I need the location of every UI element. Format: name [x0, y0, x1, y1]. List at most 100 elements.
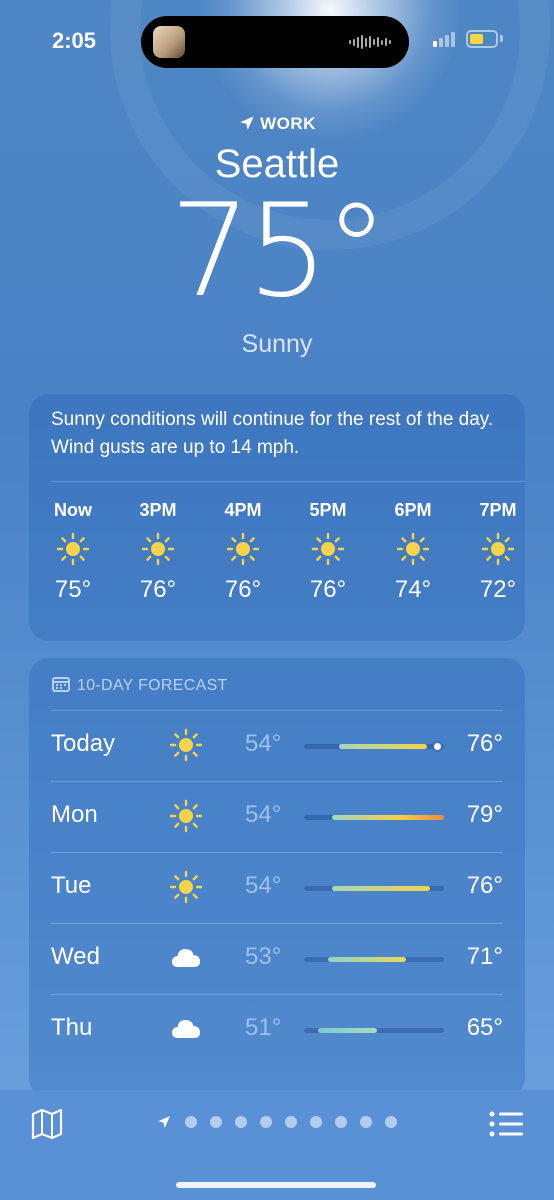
sun-icon: [141, 532, 175, 566]
sun-icon: [226, 532, 260, 566]
sun-icon: [169, 870, 203, 904]
low-temperature: 54°: [245, 801, 282, 828]
forecast-row[interactable]: Thu 51° 65°: [29, 994, 525, 1064]
location-label: WORK: [0, 114, 554, 134]
dynamic-island[interactable]: [141, 16, 409, 68]
hourly-forecast-card[interactable]: Sunny conditions will continue for the r…: [29, 394, 525, 641]
divider: [51, 481, 525, 482]
list-icon[interactable]: [488, 1110, 524, 1138]
divider: [51, 923, 503, 924]
page-dot[interactable]: [310, 1116, 322, 1128]
hourly-item: 4PM 76°: [208, 498, 278, 604]
now-playing-artwork: [153, 26, 185, 58]
high-temperature: 71°: [466, 943, 503, 970]
cloud-icon: [169, 1012, 203, 1046]
temperature-range-fill: [327, 957, 407, 962]
forecast-row[interactable]: Today 54° 76°: [29, 710, 525, 780]
map-icon[interactable]: [30, 1108, 64, 1140]
low-temperature: 51°: [245, 1014, 282, 1041]
cellular-signal-icon: [433, 32, 455, 47]
page-dot[interactable]: [385, 1116, 397, 1128]
location-arrow-icon: [158, 1116, 170, 1128]
audio-waveform-icon: [349, 34, 391, 50]
hourly-item: 7PM 72°: [463, 498, 533, 604]
day-label: Today: [51, 730, 116, 757]
hour-temperature: 76°: [309, 576, 347, 603]
current-temperature: 75°: [169, 177, 389, 326]
hourly-item: 5PM 76°: [293, 498, 363, 604]
temperature-range-fill: [318, 1028, 377, 1033]
forecast-row[interactable]: Wed 53° 71°: [29, 923, 525, 993]
divider: [51, 781, 503, 782]
page-dot[interactable]: [235, 1116, 247, 1128]
temperature-range-fill: [332, 886, 430, 891]
low-temperature: 54°: [245, 730, 282, 757]
high-temperature: 76°: [466, 872, 503, 899]
sun-icon: [169, 799, 203, 833]
current-temp-marker: [434, 743, 441, 750]
weather-summary: Sunny conditions will continue for the r…: [51, 409, 494, 458]
page-dot[interactable]: [260, 1116, 272, 1128]
divider: [51, 710, 503, 711]
hour-label: 6PM: [394, 500, 432, 520]
temperature-range-bar: [304, 743, 444, 750]
temperature-range-fill: [332, 815, 444, 820]
hourly-item: 6PM 74°: [378, 498, 448, 604]
hour-temperature: 74°: [394, 576, 432, 603]
ten-day-forecast-card[interactable]: 10-DAY FORECAST Today 54° 76° Mon 54° 79° Tue 5…: [29, 658, 525, 1098]
temperature-range-bar: [304, 957, 444, 962]
forecast-row[interactable]: Mon 54° 79°: [29, 781, 525, 851]
forecast-title-text: 10-DAY FORECAST: [77, 677, 228, 694]
hour-temperature: 76°: [139, 576, 177, 603]
temperature-range-bar: [304, 886, 444, 891]
sun-icon: [311, 532, 345, 566]
cloud-icon: [169, 941, 203, 975]
hour-label: 4PM: [224, 500, 262, 520]
low-temperature: 54°: [245, 872, 282, 899]
divider: [51, 994, 503, 995]
bottom-toolbar: [0, 1090, 554, 1200]
hour-temperature: 75°: [54, 576, 92, 603]
status-time: 2:05: [52, 28, 97, 53]
high-temperature: 79°: [466, 801, 503, 828]
sun-icon: [396, 532, 430, 566]
page-dot[interactable]: [285, 1116, 297, 1128]
day-label: Wed: [51, 943, 100, 970]
hour-label: 5PM: [309, 500, 347, 520]
hour-label: 7PM: [479, 500, 517, 520]
page-dot[interactable]: [185, 1116, 197, 1128]
sun-icon: [56, 532, 90, 566]
high-temperature: 76°: [466, 730, 503, 757]
hour-temperature: 76°: [224, 576, 262, 603]
day-label: Tue: [51, 872, 92, 899]
day-label: Thu: [51, 1014, 93, 1041]
page-dot[interactable]: [360, 1116, 372, 1128]
sun-icon: [481, 532, 515, 566]
battery-icon: [466, 30, 498, 48]
battery-nub: [500, 35, 503, 42]
home-indicator[interactable]: [176, 1182, 376, 1188]
page-dot[interactable]: [210, 1116, 222, 1128]
high-temperature: 65°: [466, 1014, 503, 1041]
forecast-title: 10-DAY FORECAST: [51, 674, 228, 695]
hour-label: 3PM: [139, 500, 177, 520]
page-dot[interactable]: [335, 1116, 347, 1128]
sun-icon: [169, 728, 203, 762]
location-name: WORK: [260, 114, 316, 133]
low-temperature: 53°: [245, 943, 282, 970]
current-condition: Sunny: [241, 330, 313, 358]
temperature-range-bar: [304, 1028, 444, 1033]
temperature-range-fill: [339, 744, 428, 749]
day-label: Mon: [51, 801, 98, 828]
forecast-row[interactable]: Tue 54° 76°: [29, 852, 525, 922]
calendar-icon: [52, 677, 70, 692]
hourly-item: Now 75°: [38, 498, 108, 604]
hour-temperature: 72°: [479, 576, 517, 603]
location-arrow-icon: [240, 116, 254, 130]
hour-label: Now: [54, 500, 92, 520]
battery-level: [470, 34, 483, 44]
divider: [51, 852, 503, 853]
temperature-range-bar: [304, 815, 444, 820]
hourly-item: 3PM 76°: [123, 498, 193, 604]
page-indicator[interactable]: [156, 1114, 397, 1130]
